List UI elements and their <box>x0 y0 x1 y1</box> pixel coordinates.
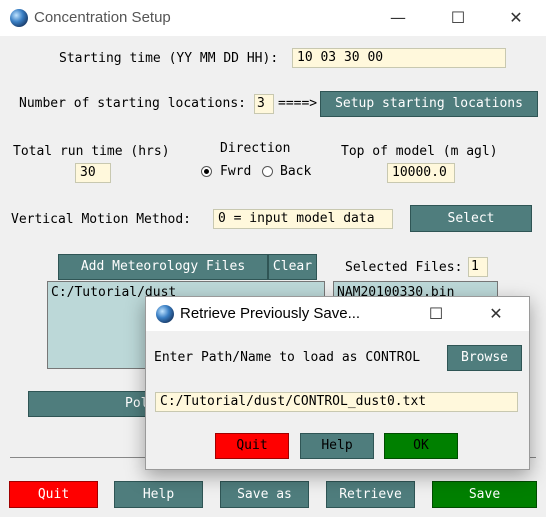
app-globe-icon <box>10 9 28 27</box>
starting-locations-label: Number of starting locations: <box>19 96 246 111</box>
quit-button[interactable]: Quit <box>9 481 98 508</box>
vertical-motion-label: Vertical Motion Method: <box>11 212 192 227</box>
back-label: Back <box>280 164 312 179</box>
selected-files-label: Selected Files: <box>345 260 463 275</box>
dialog-maximize-icon[interactable]: ☐ <box>416 297 456 331</box>
starting-time-label: Starting time (YY MM DD HH): <box>59 51 279 66</box>
help-button[interactable]: Help <box>114 481 203 508</box>
dialog-title-bar: Retrieve Previously Save... ☐ ✕ <box>146 297 529 331</box>
window-title: Concentration Setup <box>34 9 171 26</box>
dialog-quit-button[interactable]: Quit <box>215 433 289 459</box>
add-meteorology-button[interactable]: Add Meteorology Files <box>58 254 268 280</box>
back-radio[interactable] <box>262 166 273 177</box>
title-bar: Concentration Setup — ☐ ✕ <box>0 0 546 36</box>
run-time-input[interactable]: 30 <box>75 163 111 183</box>
dialog-ok-button[interactable]: OK <box>384 433 458 459</box>
top-model-label: Top of model (m agl) <box>341 144 498 159</box>
save-as-button[interactable]: Save as <box>220 481 309 508</box>
dialog-title: Retrieve Previously Save... <box>180 305 361 322</box>
retrieve-dialog: Retrieve Previously Save... ☐ ✕ Enter Pa… <box>145 296 530 470</box>
starting-time-input[interactable]: 10 03 30 00 <box>292 48 506 68</box>
maximize-icon[interactable]: ☐ <box>438 0 478 36</box>
dialog-prompt: Enter Path/Name to load as CONTROL <box>154 350 421 365</box>
dialog-close-icon[interactable]: ✕ <box>476 297 516 331</box>
browse-button[interactable]: Browse <box>447 345 522 371</box>
minimize-icon[interactable]: — <box>378 0 418 36</box>
setup-locations-button[interactable]: Setup starting locations <box>320 91 538 117</box>
clear-button[interactable]: Clear <box>268 254 317 280</box>
close-icon[interactable]: ✕ <box>496 0 536 36</box>
control-path-input[interactable]: C:/Tutorial/dust/CONTROL_dust0.txt <box>155 392 518 412</box>
forward-radio[interactable] <box>201 166 212 177</box>
select-button[interactable]: Select <box>410 205 532 232</box>
save-button[interactable]: Save <box>432 481 537 508</box>
dialog-help-button[interactable]: Help <box>300 433 374 459</box>
direction-label: Direction <box>220 141 291 156</box>
retrieve-button[interactable]: Retrieve <box>326 481 415 508</box>
top-model-input[interactable]: 10000.0 <box>387 163 455 183</box>
selected-files-count: 1 <box>468 257 488 277</box>
forward-label: Fwrd <box>220 164 252 179</box>
starting-locations-input[interactable]: 3 <box>254 94 274 114</box>
arrow-text: ====> <box>278 96 318 111</box>
run-time-label: Total run time (hrs) <box>13 144 170 159</box>
vertical-motion-input[interactable]: 0 = input model data <box>213 209 393 229</box>
dialog-globe-icon <box>156 305 174 323</box>
